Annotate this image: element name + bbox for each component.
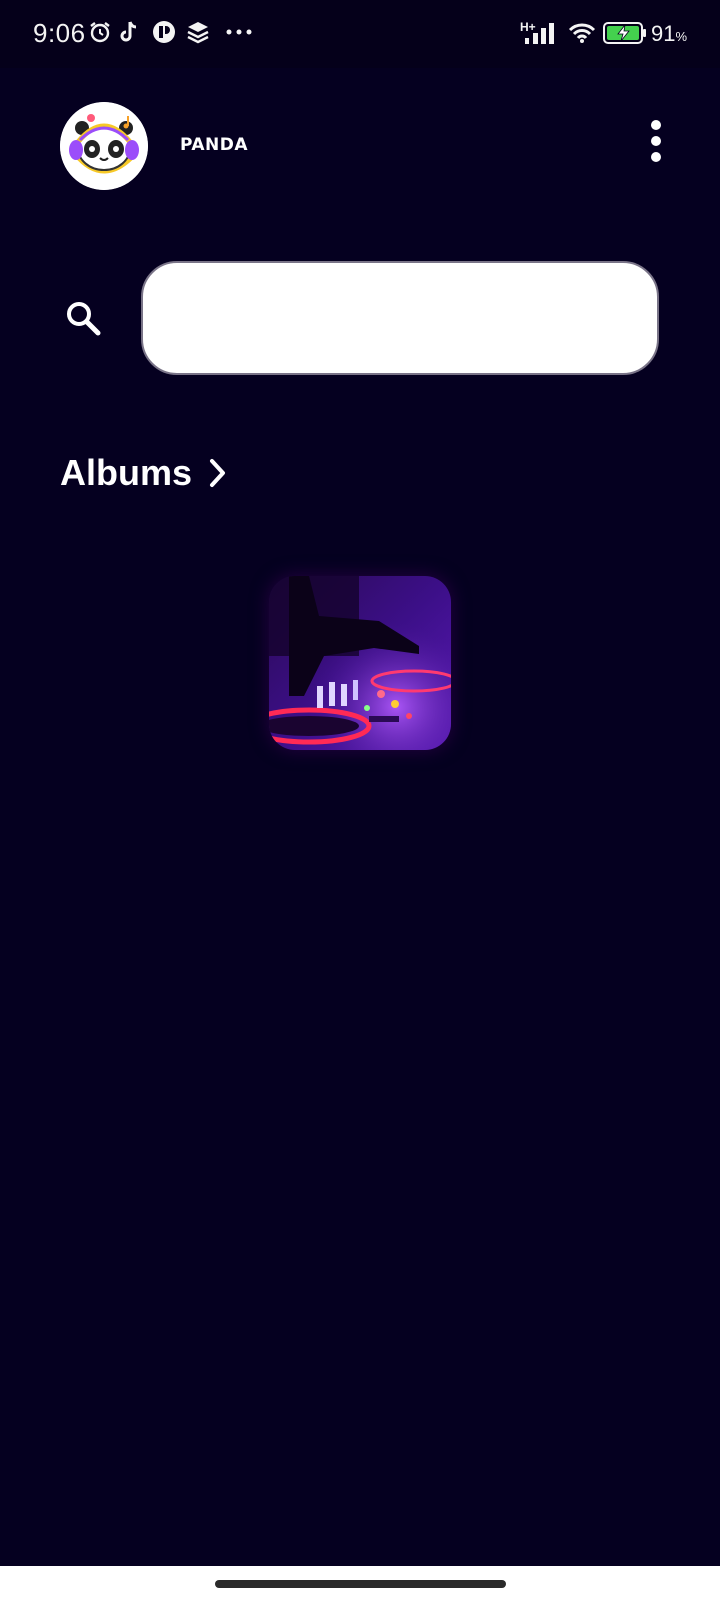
home-indicator[interactable] (215, 1580, 506, 1588)
search-input[interactable] (141, 261, 659, 375)
layers-icon (186, 20, 210, 44)
profile-name: PANDA (180, 135, 249, 155)
status-bar: 9:06 H+ 91% (0, 0, 720, 68)
battery-charging-icon (603, 22, 647, 46)
search-icon[interactable] (63, 298, 103, 338)
dj-turntable-photo (269, 576, 451, 750)
battery-percent: 91% (651, 21, 688, 46)
signal-icon (525, 22, 561, 46)
tiktok-icon (118, 20, 140, 44)
wifi-icon (568, 22, 596, 46)
avatar[interactable] (60, 102, 148, 190)
panda-headphones-logo (60, 102, 148, 190)
albums-section-header[interactable]: Albums (60, 448, 228, 498)
album-card[interactable] (269, 576, 451, 750)
more-notifications-icon (226, 20, 254, 44)
more-vertical-icon[interactable] (641, 120, 671, 166)
alarm-icon (88, 20, 112, 44)
status-time: 9:06 (33, 18, 86, 48)
chevron-right-icon (208, 457, 228, 489)
albums-title: Albums (60, 452, 193, 493)
app-notification-icon (152, 20, 176, 44)
